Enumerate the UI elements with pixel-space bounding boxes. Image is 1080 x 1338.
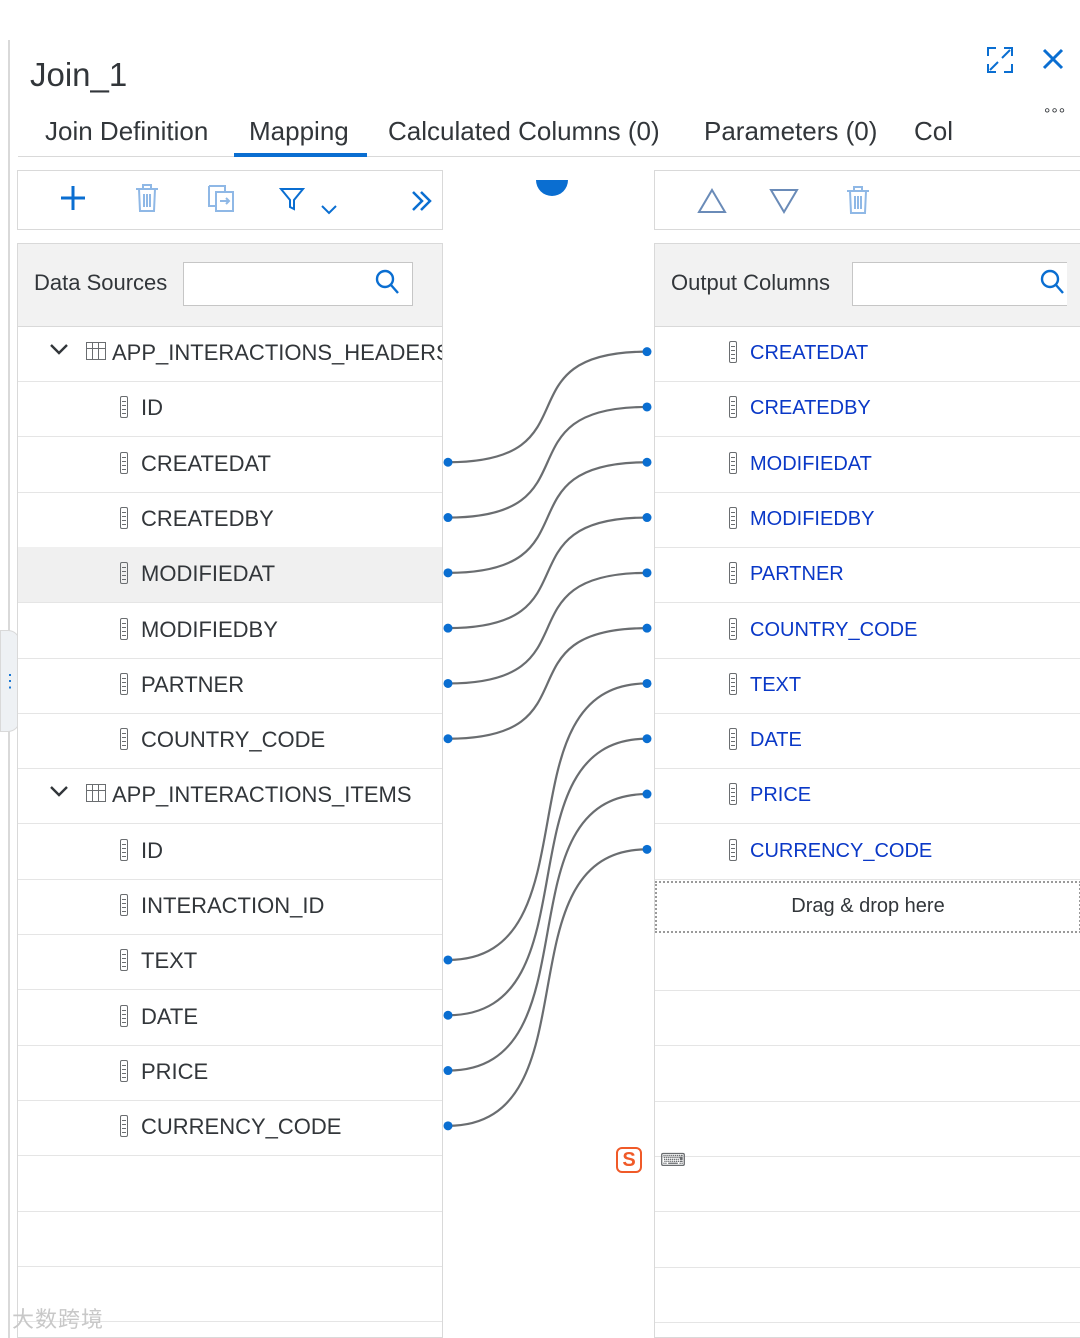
mapping-link [447, 405, 648, 519]
watermark: 大数跨境 [12, 1307, 105, 1332]
mapping-source-dot [443, 513, 453, 523]
mapping-target-dot [642, 568, 652, 578]
mapping-link [447, 627, 648, 740]
mapping-target-dot [642, 789, 652, 799]
mapping-link [447, 350, 648, 464]
mapping-target-dot [642, 734, 652, 744]
mapping-source-dot [443, 1010, 453, 1020]
mapping-target-dot [642, 347, 652, 357]
mapping-target-dot [642, 457, 652, 467]
mapping-source-dot [443, 955, 453, 965]
mapping-source-dot [443, 457, 453, 467]
mapping-target-dot [642, 844, 652, 854]
mapping-link [447, 848, 648, 1127]
mapping-link [447, 737, 648, 1017]
mapping-source-dot [443, 1066, 453, 1076]
mapping-source-dot [443, 734, 453, 744]
mapping-link [447, 516, 648, 630]
mapping-target-dot [642, 402, 652, 412]
input-method-s-icon: S [616, 1147, 642, 1173]
mapping-source-dot [443, 1121, 453, 1131]
mapping-link [447, 571, 648, 685]
mapping-link [447, 461, 648, 574]
mapping-source-dot [443, 678, 453, 688]
input-method-toolbar: S ⌨ [616, 1143, 696, 1177]
mapping-link [447, 792, 648, 1072]
mapping-links [443, 347, 652, 1131]
mapping-target-dot [642, 513, 652, 523]
mapping-target-dot [642, 623, 652, 633]
mapping-source-dot [443, 623, 453, 633]
mapping-link [447, 682, 648, 962]
mapping-target-dot [642, 678, 652, 688]
input-method-keyboard-icon: ⌨ [660, 1149, 686, 1170]
mapping-source-dot [443, 568, 453, 578]
